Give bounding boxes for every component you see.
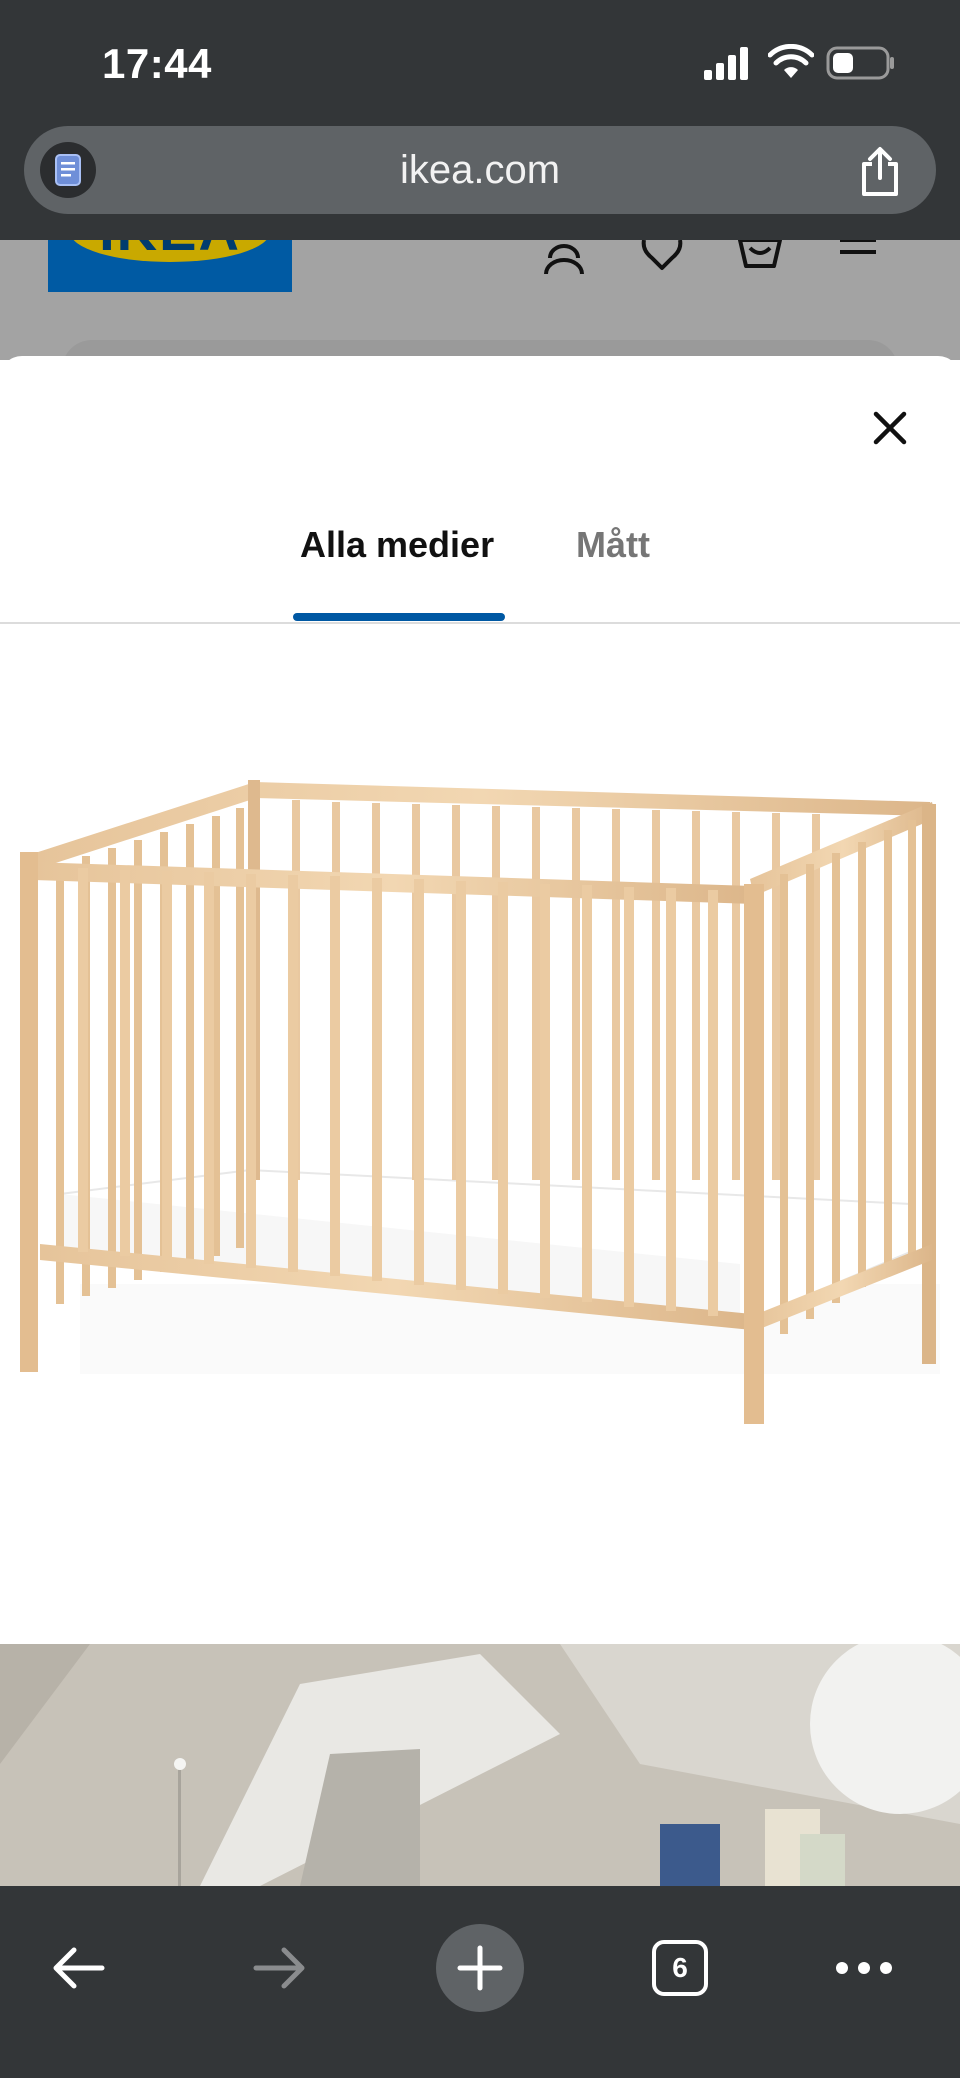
tab-alla-medier[interactable]: Alla medier <box>300 524 494 566</box>
status-bar: 17:44 <box>0 0 960 122</box>
new-tab-button[interactable] <box>436 1924 524 2012</box>
cellular-signal-icon <box>704 47 748 80</box>
back-button[interactable] <box>34 1924 122 2012</box>
tabs-button[interactable]: 6 <box>636 1924 724 2012</box>
tab-matt[interactable]: Mått <box>576 524 650 566</box>
ikea-logo: IKEA <box>48 240 292 292</box>
active-tab-indicator <box>293 613 505 621</box>
header-icons <box>540 240 882 276</box>
tabs-icon: 6 <box>652 1940 708 1996</box>
address-bar[interactable]: ikea.com <box>24 126 936 214</box>
browser-address-area: ikea.com <box>0 120 960 240</box>
background-page-header: IKEA <box>0 240 960 360</box>
battery-icon <box>826 46 894 80</box>
url-text[interactable]: ikea.com <box>24 148 936 193</box>
close-icon[interactable] <box>866 404 914 452</box>
account-icon <box>544 244 584 275</box>
back-arrow-icon <box>53 1947 105 1989</box>
media-modal: Alla medier Mått <box>0 356 960 1886</box>
room-photo <box>0 1644 960 1886</box>
crib-illustration <box>20 780 940 1424</box>
status-time: 17:44 <box>102 40 212 87</box>
new-tab-plus-icon <box>457 1945 503 1991</box>
more-button[interactable] <box>820 1924 908 2012</box>
wishlist-heart-icon <box>641 240 683 270</box>
forward-arrow-icon <box>253 1947 305 1989</box>
menu-icon <box>840 240 876 254</box>
browser-toolbar: 6 <box>0 1886 960 2078</box>
product-image-crib[interactable] <box>0 624 960 1644</box>
wifi-icon <box>768 44 814 78</box>
more-dots-icon <box>836 1962 892 1974</box>
forward-button[interactable] <box>236 1924 324 2012</box>
media-tabs: Alla medier Mått <box>0 516 960 624</box>
share-icon[interactable] <box>856 146 904 198</box>
logo-text: IKEA <box>48 240 292 263</box>
cart-icon <box>738 240 782 268</box>
product-image-room[interactable] <box>0 1644 960 1886</box>
